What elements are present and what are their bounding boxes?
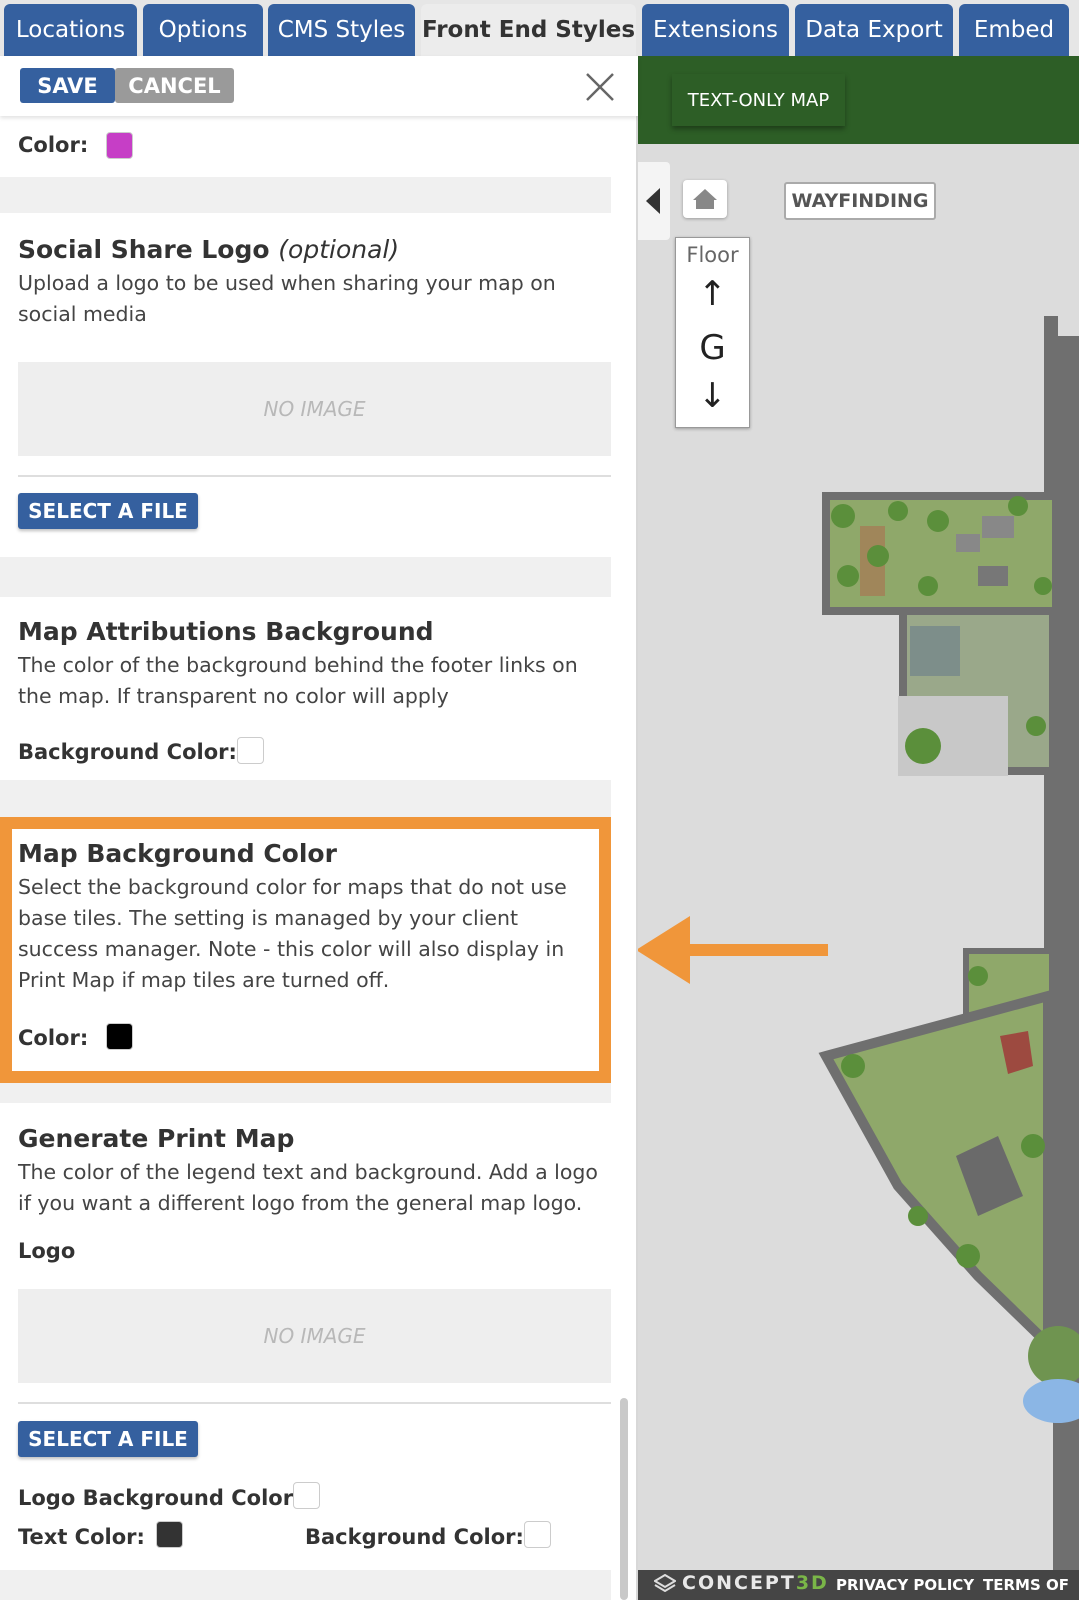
concept3d-logo[interactable]: CONCEPT3D <box>654 1572 829 1594</box>
save-button[interactable]: SAVE <box>20 68 115 103</box>
divider <box>18 1402 611 1404</box>
highlight-box <box>0 817 611 1083</box>
print-bg-color-label: Background Color: <box>305 1525 524 1549</box>
concept3d-logo-icon <box>654 1574 676 1592</box>
concept3d-brand-text: CONCEPT <box>682 1572 796 1594</box>
logo-bg-color-swatch[interactable] <box>293 1482 320 1509</box>
print-map-no-image: NO IMAGE <box>18 1289 611 1383</box>
tab-locations[interactable]: Locations <box>4 4 137 56</box>
tab-embed[interactable]: Embed <box>959 4 1069 56</box>
tab-cms-styles[interactable]: CMS Styles <box>268 4 415 56</box>
terms-link[interactable]: TERMS OF <box>983 1576 1069 1594</box>
social-share-section: Social Share Logo (optional) Upload a lo… <box>0 213 611 557</box>
print-map-section: Generate Print Map The color of the lege… <box>0 1103 611 1570</box>
top-color-label: Color: <box>18 133 89 157</box>
top-color-swatch[interactable] <box>106 132 133 159</box>
orange-arrow-annotation <box>638 916 828 984</box>
cancel-button[interactable]: CANCEL <box>115 68 234 103</box>
print-map-logo-label: Logo <box>18 1239 76 1263</box>
save-bar: SAVE CANCEL <box>0 56 638 116</box>
social-share-select-file-button[interactable]: SELECT A FILE <box>18 493 198 529</box>
map-view[interactable]: TEXT-ONLY MAP WAYFINDING Floor ↑ G ↓ CON… <box>638 56 1079 1600</box>
print-bg-color-swatch[interactable] <box>524 1521 551 1548</box>
social-share-title: Social Share Logo (optional) <box>18 235 399 264</box>
privacy-policy-link[interactable]: PRIVACY POLICY <box>836 1576 974 1594</box>
tab-extensions[interactable]: Extensions <box>642 4 789 56</box>
tab-options[interactable]: Options <box>143 4 263 56</box>
optional-tag: (optional) <box>278 235 400 264</box>
social-share-no-image: NO IMAGE <box>18 362 611 456</box>
attributions-bg-swatch[interactable] <box>237 737 264 764</box>
social-share-description: Upload a logo to be used when sharing yo… <box>18 271 556 326</box>
divider <box>18 475 611 477</box>
attributions-description: The color of the background behind the f… <box>18 653 578 708</box>
panel-scroll-track <box>611 56 638 1600</box>
text-color-swatch[interactable] <box>156 1521 183 1548</box>
close-icon[interactable] <box>583 70 617 104</box>
map-footer: CONCEPT3D PRIVACY POLICY TERMS OF <box>638 1570 1079 1600</box>
concept3d-brand-suffix: 3D <box>795 1572 829 1594</box>
print-map-description: The color of the legend text and backgro… <box>18 1160 598 1215</box>
text-color-label: Text Color: <box>18 1525 145 1549</box>
top-tab-bar: Locations Options CMS Styles Front End S… <box>0 0 1079 56</box>
social-share-title-text: Social Share Logo <box>18 235 270 264</box>
panel-scrollbar[interactable] <box>620 1398 628 1600</box>
print-map-select-file-button[interactable]: SELECT A FILE <box>18 1421 198 1457</box>
attributions-section: Map Attributions Background The color of… <box>0 597 611 780</box>
tab-data-export[interactable]: Data Export <box>795 4 953 56</box>
logo-bg-color-label: Logo Background Color: <box>18 1486 302 1510</box>
top-color-section: Color: <box>0 116 611 177</box>
attributions-bg-label: Background Color: <box>18 740 237 764</box>
print-map-title: Generate Print Map <box>18 1124 295 1153</box>
attributions-title: Map Attributions Background <box>18 617 434 646</box>
tab-front-end-styles[interactable]: Front End Styles <box>421 4 636 56</box>
